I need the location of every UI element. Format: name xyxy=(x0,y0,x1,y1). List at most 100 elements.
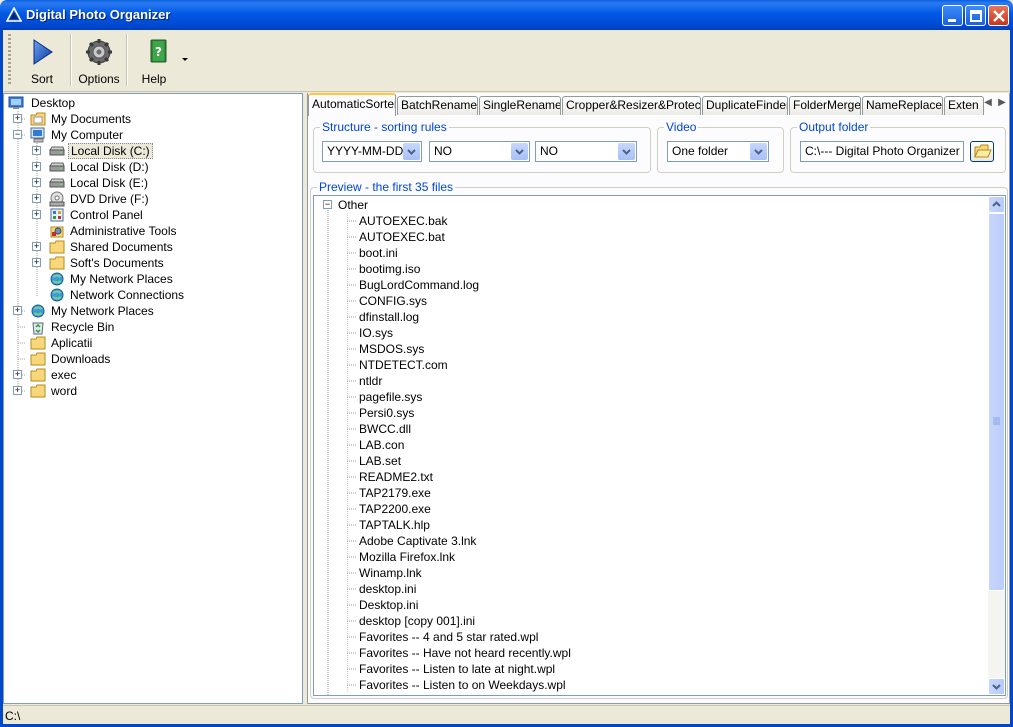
preview-file-label: README2.txt xyxy=(359,470,434,484)
expand-icon[interactable]: + xyxy=(32,194,41,203)
tree-connector xyxy=(347,309,357,325)
expand-icon[interactable]: + xyxy=(13,386,22,395)
close-icon xyxy=(993,10,1005,22)
video-select[interactable]: One folder xyxy=(667,141,769,162)
tab-scroll-right-icon[interactable]: ▶ xyxy=(995,96,1009,110)
expand-icon[interactable]: + xyxy=(13,306,22,315)
maximize-button[interactable] xyxy=(965,5,986,26)
preview-root-label: Other xyxy=(338,198,369,212)
preview-file-label: ntldr xyxy=(359,374,383,388)
disk-icon xyxy=(49,162,65,172)
tab-automatic-sorter[interactable]: AutomaticSorter xyxy=(308,93,396,116)
tab-cropper-resizer-protector[interactable]: Cropper&Resizer&Protector xyxy=(562,96,701,115)
folder-tree[interactable]: Desktop + My Documents − My Computer + L… xyxy=(3,93,303,704)
tab-batch-renamer[interactable]: BatchRenamer xyxy=(397,96,478,115)
tree-connector xyxy=(347,453,357,469)
preview-file-label: AUTOEXEC.bak xyxy=(359,214,448,228)
tree-connector xyxy=(347,229,357,245)
chevron-down-icon[interactable] xyxy=(618,143,635,160)
vertical-scrollbar[interactable] xyxy=(988,196,1005,695)
scroll-up-button[interactable] xyxy=(988,196,1005,213)
grip-icon xyxy=(993,417,1000,425)
tools-icon xyxy=(50,226,64,238)
sort-button[interactable]: Sort xyxy=(14,32,70,88)
dropdown-arrow-icon[interactable] xyxy=(182,58,188,62)
preview-file-label: IO.sys xyxy=(359,326,394,340)
title-bar[interactable]: Digital Photo Organizer xyxy=(0,0,1013,30)
tree-connector xyxy=(347,213,357,229)
sorting-rule-3-value: NO xyxy=(540,144,558,158)
preview-file-label: TAPTALK.hlp xyxy=(359,518,430,532)
tree-connector xyxy=(347,677,357,693)
toolbar-grip[interactable] xyxy=(8,34,11,86)
minimize-icon xyxy=(948,19,956,22)
tab-extension[interactable]: Exten xyxy=(944,96,984,115)
expand-icon[interactable]: + xyxy=(32,146,41,155)
tree-node-label: Administrative Tools xyxy=(70,224,177,238)
video-value: One folder xyxy=(672,144,729,158)
folder-icon xyxy=(30,112,46,126)
expand-icon[interactable]: + xyxy=(13,370,22,379)
help-button[interactable]: ? Help xyxy=(130,32,188,88)
collapse-icon[interactable]: − xyxy=(13,130,22,139)
tree-connector xyxy=(347,405,357,421)
tab-folder-merger[interactable]: FolderMerger xyxy=(789,96,861,115)
tree-connector xyxy=(347,597,357,613)
sorting-rule-2-select[interactable]: NO xyxy=(429,141,530,162)
tab-name-replacer[interactable]: NameReplacer xyxy=(862,96,943,115)
output-folder-field[interactable]: C:\--- Digital Photo Organizer Sor xyxy=(800,141,964,162)
tree-connector xyxy=(347,421,357,437)
preview-file-label: desktop [copy 001].ini xyxy=(359,614,476,628)
expand-icon[interactable]: + xyxy=(13,114,22,123)
expand-icon[interactable]: + xyxy=(32,178,41,187)
chevron-down-icon xyxy=(992,684,1001,690)
chevron-down-icon[interactable] xyxy=(750,143,767,160)
toolbar: Sort Options ? Help xyxy=(0,30,1013,92)
tree-node-label: exec xyxy=(51,368,77,382)
minimize-button[interactable] xyxy=(942,5,963,26)
tree-connector xyxy=(347,613,357,629)
preview-file-label: CONFIG.sys xyxy=(359,294,427,308)
tree-connector xyxy=(347,325,357,341)
chevron-down-icon[interactable] xyxy=(403,143,420,160)
tree-connector xyxy=(347,469,357,485)
scroll-thumb[interactable] xyxy=(988,213,1005,591)
network-icon xyxy=(50,272,64,286)
preview-file-label: TAP2179.exe xyxy=(359,486,431,500)
tree-node-label: My Computer xyxy=(51,128,124,142)
tree-node-label: Network Connections xyxy=(70,288,185,302)
folder-icon xyxy=(49,240,65,254)
tree-connector xyxy=(347,341,357,357)
preview-file-label: bootimg.iso xyxy=(359,262,421,276)
scroll-down-button[interactable] xyxy=(988,678,1005,695)
preview-file-label: BugLordCommand.log xyxy=(359,278,480,292)
tree-connector xyxy=(347,517,357,533)
svg-text:?: ? xyxy=(155,45,162,59)
expand-icon[interactable]: + xyxy=(32,242,41,251)
preview-tree[interactable]: − Other AUTOEXEC.bak AUTOEXEC.bat boot.ini… xyxy=(313,195,1006,696)
preview-file-label: boot.ini xyxy=(359,246,398,260)
close-button[interactable] xyxy=(988,5,1009,26)
expand-icon[interactable]: + xyxy=(32,258,41,267)
tree-connector xyxy=(347,277,357,293)
collapse-icon[interactable]: − xyxy=(323,200,332,209)
chevron-down-icon[interactable] xyxy=(511,143,528,160)
tree-node-label: Recycle Bin xyxy=(51,320,115,334)
expand-icon[interactable]: + xyxy=(32,210,41,219)
preview-file-label: Favorites -- Listen to late at night.wpl xyxy=(359,662,556,676)
expand-icon[interactable]: + xyxy=(32,162,41,171)
browse-folder-button[interactable] xyxy=(970,141,994,162)
tree-connector xyxy=(347,565,357,581)
tree-node-label: word xyxy=(51,384,78,398)
window-title: Digital Photo Organizer xyxy=(26,7,171,22)
preview-file-label: NTDETECT.com xyxy=(359,358,448,372)
tab-duplicate-finder[interactable]: DuplicateFinder xyxy=(702,96,788,115)
tree-connector xyxy=(347,293,357,309)
sorting-rule-3-select[interactable]: NO xyxy=(535,141,637,162)
tree-node-label: My Network Places xyxy=(70,272,173,286)
tab-scroll-left-icon[interactable]: ◀ xyxy=(981,96,995,110)
sorting-rule-1-select[interactable]: YYYY-MM-DD xyxy=(322,141,422,162)
options-button[interactable]: Options xyxy=(73,32,125,88)
network-icon xyxy=(50,288,64,302)
tab-single-renamer[interactable]: SingleRenamer xyxy=(479,96,561,115)
